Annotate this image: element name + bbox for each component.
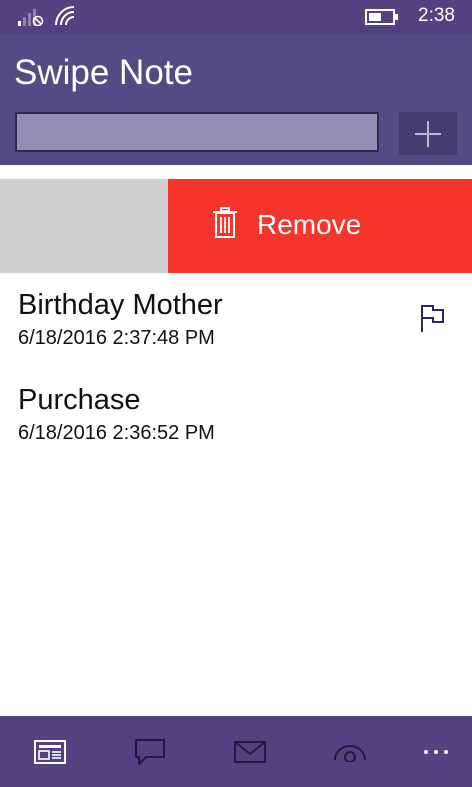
notes-icon: [34, 739, 66, 764]
list-item[interactable]: Purchase 6/18/2016 2:36:52 PM: [0, 382, 472, 474]
note-date: 6/18/2016 2:37:48 PM: [18, 327, 215, 349]
app-title: Swipe Note: [14, 53, 193, 92]
more-icon: [424, 749, 448, 754]
swiped-item-remainder[interactable]: [0, 179, 168, 273]
flag-icon[interactable]: [420, 303, 446, 333]
battery-icon: [365, 9, 398, 25]
swipe-row[interactable]: Remove: [0, 179, 472, 273]
view-button[interactable]: [310, 716, 390, 787]
status-time: 2:38: [418, 5, 455, 26]
signal-icon: [18, 9, 44, 26]
trash-icon: [213, 207, 237, 238]
status-bar: 2:38: [0, 0, 472, 34]
chat-icon: [135, 738, 165, 765]
mail-icon: [234, 740, 266, 763]
mail-button[interactable]: [210, 716, 290, 787]
app-bar: [0, 716, 472, 787]
list-item[interactable]: Birthday Mother 6/18/2016 2:37:48 PM: [0, 287, 472, 379]
more-button[interactable]: [396, 716, 472, 787]
notes-button[interactable]: [10, 716, 90, 787]
note-title: Purchase: [18, 384, 141, 416]
wifi-icon: [55, 6, 75, 26]
note-input[interactable]: [15, 112, 379, 152]
plus-icon: [415, 121, 441, 147]
remove-label: Remove: [257, 209, 362, 240]
header: Swipe Note: [0, 34, 472, 165]
remove-button[interactable]: Remove: [168, 179, 472, 273]
add-note-button[interactable]: [399, 112, 457, 155]
chat-button[interactable]: [110, 716, 190, 787]
note-date: 6/18/2016 2:36:52 PM: [18, 422, 215, 444]
eye-icon: [334, 744, 366, 762]
note-title: Birthday Mother: [18, 289, 223, 321]
